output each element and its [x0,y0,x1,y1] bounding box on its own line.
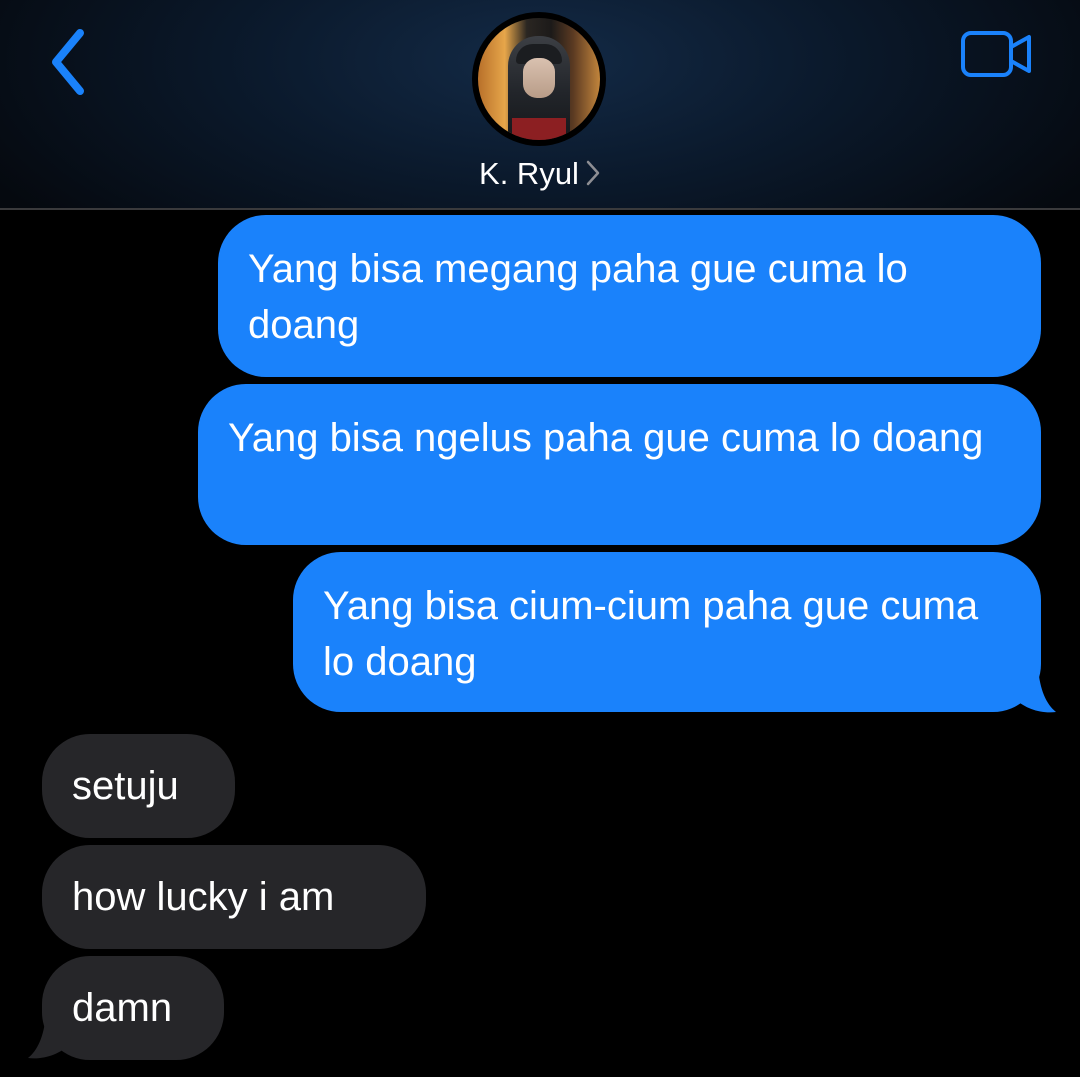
message-text: Yang bisa ngelus paha gue cuma lo doang [228,416,984,460]
video-camera-icon [961,31,1031,77]
sent-bubble-tail [1010,668,1056,713]
contact-name-button[interactable]: K. Ryul [0,156,1080,192]
facetime-video-button[interactable] [955,24,1039,84]
sent-message-bubble[interactable]: Yang bisa cium-cium paha gue cuma lo doa… [293,552,1041,712]
contact-name: K. Ryul [479,156,579,191]
sent-message-bubble[interactable]: Yang bisa ngelus paha gue cuma lo doang [198,384,1041,545]
contact-avatar[interactable] [472,12,606,146]
message-text: setuju [72,764,179,808]
message-text: Yang bisa megang paha gue cuma lo doang [248,247,908,347]
sent-message-bubble[interactable]: Yang bisa megang paha gue cuma lo doang [218,215,1041,377]
back-button[interactable] [38,22,98,102]
message-text: damn [72,986,173,1030]
received-message-bubble[interactable]: setuju [42,734,235,838]
received-bubble-tail [28,1014,74,1059]
chevron-left-icon [52,29,84,95]
message-text: Yang bisa cium-cium paha gue cuma lo doa… [323,584,979,684]
chevron-right-icon [586,160,600,186]
message-text: how lucky i am [72,875,335,919]
received-message-bubble[interactable]: how lucky i am [42,845,426,949]
conversation-header: K. Ryul [0,0,1080,210]
avatar-photo [478,18,600,140]
